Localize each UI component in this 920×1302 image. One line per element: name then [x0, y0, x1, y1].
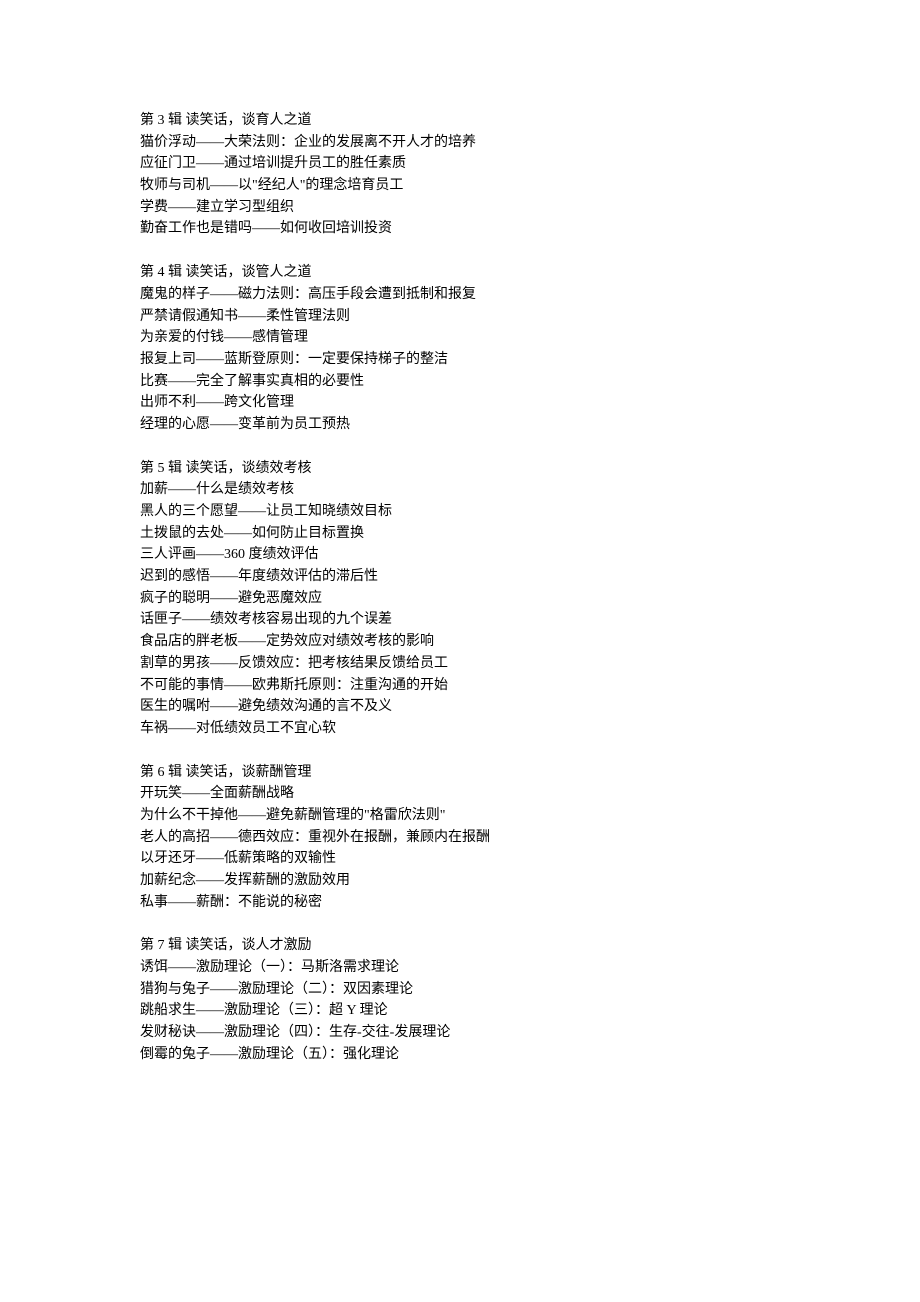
section-title: 第 3 辑 读笑话，谈育人之道	[140, 110, 780, 132]
toc-item: 黑人的三个愿望——让员工知晓绩效目标	[140, 501, 780, 523]
toc-item: 土拨鼠的去处——如何防止目标置换	[140, 523, 780, 545]
toc-item: 出师不利——跨文化管理	[140, 392, 780, 414]
toc-item: 开玩笑——全面薪酬战略	[140, 783, 780, 805]
toc-item: 为亲爱的付钱——感情管理	[140, 327, 780, 349]
toc-item: 报复上司——蓝斯登原则：一定要保持梯子的整洁	[140, 349, 780, 371]
toc-item: 车祸——对低绩效员工不宜心软	[140, 718, 780, 740]
toc-item: 话匣子——绩效考核容易出现的九个误差	[140, 609, 780, 631]
section: 第 4 辑 读笑话，谈管人之道魔鬼的样子——磁力法则：高压手段会遭到抵制和报复严…	[140, 262, 780, 436]
toc-item: 食品店的胖老板——定势效应对绩效考核的影响	[140, 631, 780, 653]
toc-item: 不可能的事情——欧弗斯托原则：注重沟通的开始	[140, 675, 780, 697]
toc-item: 跳船求生——激励理论（三）：超 Y 理论	[140, 1000, 780, 1022]
toc-item: 严禁请假通知书——柔性管理法则	[140, 306, 780, 328]
toc-item: 加薪——什么是绩效考核	[140, 479, 780, 501]
toc-item: 疯子的聪明——避免恶魔效应	[140, 588, 780, 610]
toc-item: 倒霉的兔子——激励理论（五）：强化理论	[140, 1044, 780, 1066]
toc-item: 三人评画——360 度绩效评估	[140, 544, 780, 566]
toc-item: 发财秘诀——激励理论（四）：生存-交往-发展理论	[140, 1022, 780, 1044]
toc-item: 猫价浮动——大荣法则：企业的发展离不开人才的培养	[140, 132, 780, 154]
section: 第 6 辑 读笑话，谈薪酬管理开玩笑——全面薪酬战略为什么不干掉他——避免薪酬管…	[140, 762, 780, 914]
section-title: 第 7 辑 读笑话，谈人才激励	[140, 935, 780, 957]
toc-item: 私事——薪酬：不能说的秘密	[140, 892, 780, 914]
toc-item: 比赛——完全了解事实真相的必要性	[140, 371, 780, 393]
toc-item: 学费——建立学习型组织	[140, 197, 780, 219]
toc-item: 老人的高招——德西效应：重视外在报酬，兼顾内在报酬	[140, 827, 780, 849]
toc-item: 割草的男孩——反馈效应：把考核结果反馈给员工	[140, 653, 780, 675]
toc-item: 牧师与司机——以"经纪人"的理念培育员工	[140, 175, 780, 197]
section: 第 7 辑 读笑话，谈人才激励诱饵——激励理论（一）：马斯洛需求理论猎狗与兔子—…	[140, 935, 780, 1065]
section: 第 5 辑 读笑话，谈绩效考核加薪——什么是绩效考核黑人的三个愿望——让员工知晓…	[140, 458, 780, 740]
toc-item: 猎狗与兔子——激励理论（二）：双因素理论	[140, 979, 780, 1001]
toc-item: 诱饵——激励理论（一）：马斯洛需求理论	[140, 957, 780, 979]
toc-item: 应征门卫——通过培训提升员工的胜任素质	[140, 153, 780, 175]
section-title: 第 4 辑 读笑话，谈管人之道	[140, 262, 780, 284]
section-title: 第 5 辑 读笑话，谈绩效考核	[140, 458, 780, 480]
toc-item: 勤奋工作也是错吗——如何收回培训投资	[140, 218, 780, 240]
toc-item: 迟到的感悟——年度绩效评估的滞后性	[140, 566, 780, 588]
toc-item: 医生的嘱咐——避免绩效沟通的言不及义	[140, 696, 780, 718]
document-page: 第 3 辑 读笑话，谈育人之道猫价浮动——大荣法则：企业的发展离不开人才的培养应…	[0, 0, 920, 1148]
toc-item: 魔鬼的样子——磁力法则：高压手段会遭到抵制和报复	[140, 284, 780, 306]
toc-item: 加薪纪念——发挥薪酬的激励效用	[140, 870, 780, 892]
toc-item: 以牙还牙——低薪策略的双输性	[140, 848, 780, 870]
toc-item: 经理的心愿——变革前为员工预热	[140, 414, 780, 436]
content-container: 第 3 辑 读笑话，谈育人之道猫价浮动——大荣法则：企业的发展离不开人才的培养应…	[140, 110, 780, 1066]
section: 第 3 辑 读笑话，谈育人之道猫价浮动——大荣法则：企业的发展离不开人才的培养应…	[140, 110, 780, 240]
toc-item: 为什么不干掉他——避免薪酬管理的"格雷欣法则"	[140, 805, 780, 827]
section-title: 第 6 辑 读笑话，谈薪酬管理	[140, 762, 780, 784]
